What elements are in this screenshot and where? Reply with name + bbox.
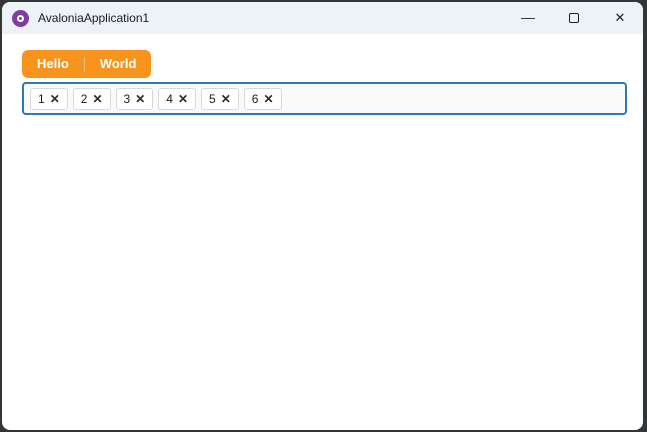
tag-chip-label: 1 — [38, 91, 45, 106]
tag-input-box[interactable]: 1 ✕ 2 ✕ 3 ✕ 4 ✕ 5 ✕ 6 ✕ — [22, 82, 627, 115]
window-content: Hello World 1 ✕ 2 ✕ 3 ✕ 4 ✕ 5 ✕ 6 ✕ — [2, 34, 643, 115]
maximize-icon — [569, 13, 579, 23]
app-window: AvaloniaApplication1 — ✕ Hello World 1 ✕ — [2, 2, 643, 430]
close-icon: ✕ — [614, 10, 626, 25]
tag-chip[interactable]: 5 ✕ — [201, 87, 239, 110]
tag-chip-label: 4 — [166, 91, 173, 106]
tab-hello[interactable]: Hello — [22, 50, 84, 78]
tab-world[interactable]: World — [85, 50, 152, 78]
tag-chip-label: 3 — [123, 91, 131, 106]
avalonia-logo-ring — [17, 14, 24, 22]
window-title: AvaloniaApplication1 — [38, 11, 150, 25]
chip-remove-icon[interactable]: ✕ — [135, 93, 145, 105]
tag-chip-label: 5 — [209, 91, 216, 106]
tag-chip[interactable]: 1 ✕ — [30, 87, 68, 110]
chip-remove-icon[interactable]: ✕ — [50, 93, 60, 105]
tag-chip-label: 2 — [80, 91, 88, 106]
tag-chip[interactable]: 4 ✕ — [158, 87, 196, 110]
tabstrip: Hello World — [22, 50, 152, 78]
maximize-button[interactable] — [551, 2, 597, 34]
tag-chip-label: 6 — [251, 91, 259, 106]
tag-chip[interactable]: 3 ✕ — [115, 87, 154, 110]
window-controls: — ✕ — [505, 2, 643, 34]
close-button[interactable]: ✕ — [597, 2, 643, 34]
minimize-icon: — — [521, 9, 535, 25]
chip-remove-icon[interactable]: ✕ — [221, 93, 231, 105]
chip-remove-icon[interactable]: ✕ — [178, 93, 188, 105]
minimize-button[interactable]: — — [505, 2, 551, 34]
chip-remove-icon[interactable]: ✕ — [92, 93, 102, 105]
chip-remove-icon[interactable]: ✕ — [263, 93, 273, 105]
avalonia-logo-icon — [12, 9, 29, 27]
tag-chip[interactable]: 2 ✕ — [72, 87, 111, 110]
titlebar[interactable]: AvaloniaApplication1 — ✕ — [2, 2, 643, 34]
tag-chip[interactable]: 6 ✕ — [243, 87, 282, 110]
